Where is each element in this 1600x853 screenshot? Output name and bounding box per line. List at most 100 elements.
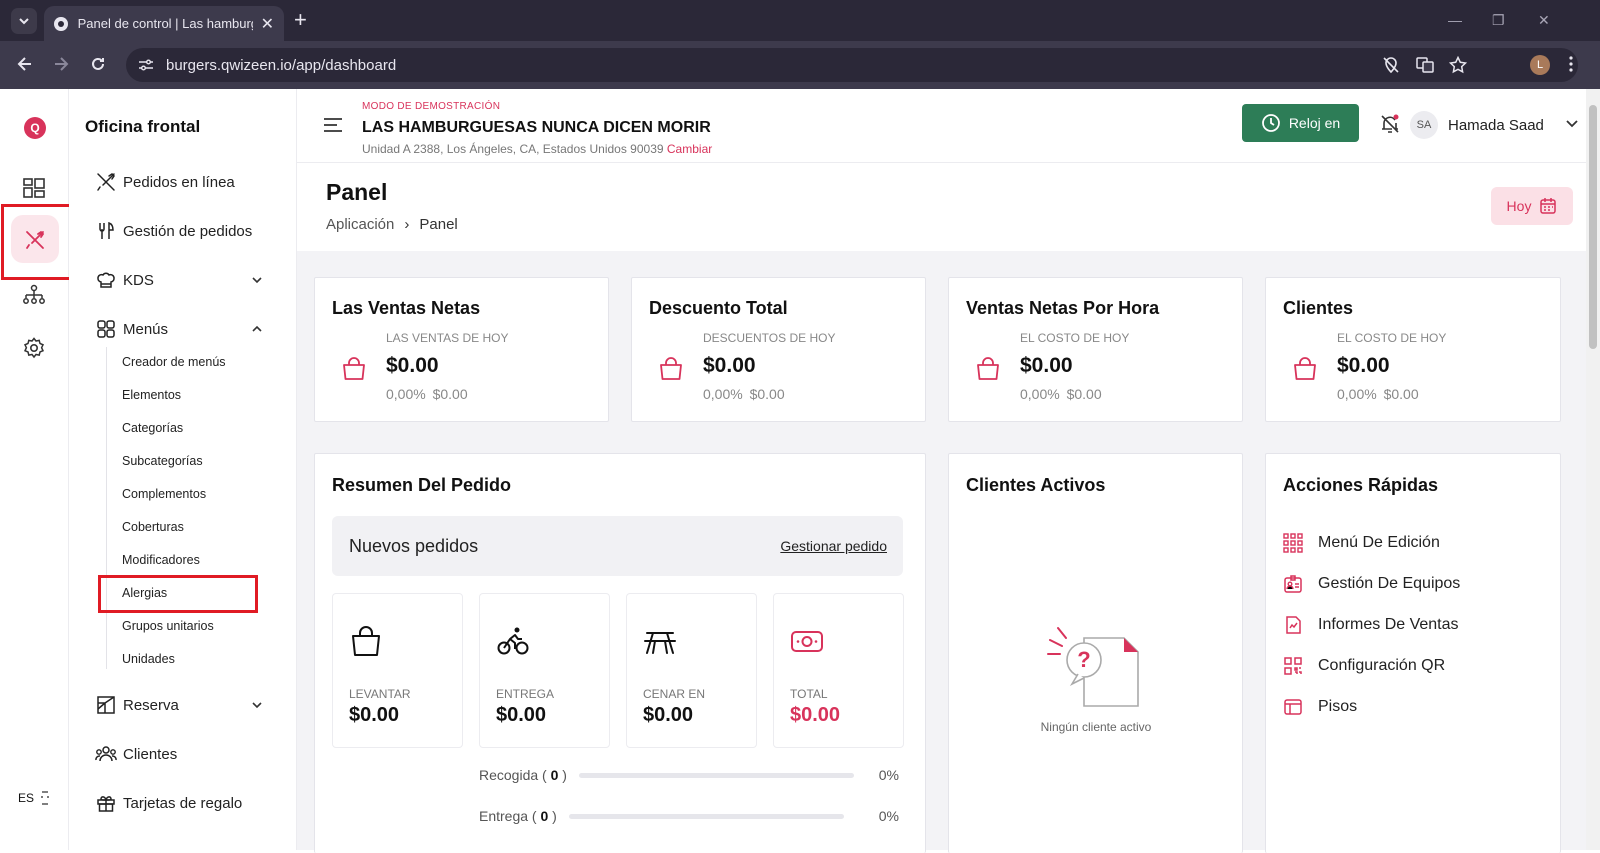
scrollbar-thumb[interactable] xyxy=(1589,105,1597,349)
submenu-subcategories[interactable]: Subcategorías xyxy=(122,454,203,468)
order-tile-label: CENAR EN xyxy=(643,687,706,701)
stat-card-total-discount: Descuento Total DESCUENTOS DE HOY $0.00 … xyxy=(631,277,926,422)
browser-tab[interactable]: Panel de control | Las hamburguesas nunc… xyxy=(44,6,284,41)
order-tile-label: TOTAL xyxy=(790,687,828,701)
submenu-menu-builder[interactable]: Creador de menús xyxy=(122,355,226,369)
progress-delivery: Entrega ( 0 ) 0% xyxy=(479,806,899,826)
reload-icon[interactable] xyxy=(89,55,107,73)
order-summary-card: Resumen Del Pedido Nuevos pedidos Gestio… xyxy=(314,453,926,853)
new-tab-button[interactable]: + xyxy=(294,9,307,31)
grid-icon xyxy=(95,318,117,340)
menu-item-customers[interactable]: Clientes xyxy=(95,743,177,765)
stat-delta: $0.00 xyxy=(749,386,785,402)
submenu-units[interactable]: Unidades xyxy=(122,652,175,666)
clock-icon xyxy=(1261,114,1280,132)
breadcrumb: Aplicación › Panel xyxy=(326,216,458,233)
today-label: Hoy xyxy=(1506,198,1532,214)
order-tile-value: $0.00 xyxy=(643,704,694,726)
user-name[interactable]: Hamada Saad xyxy=(1448,117,1544,134)
profile-avatar[interactable]: L xyxy=(1530,55,1550,75)
site-settings-icon[interactable] xyxy=(138,58,154,72)
translate-icon[interactable] xyxy=(1416,56,1434,74)
progress-pickup: Recogida ( 0 ) 0% xyxy=(479,765,899,785)
menu-item-label: Menús xyxy=(123,320,169,338)
hierarchy-icon[interactable] xyxy=(22,284,46,306)
progress-label-text: Entrega xyxy=(479,808,529,824)
tab-close-icon[interactable]: ✕ xyxy=(261,14,274,34)
stat-title: Clientes xyxy=(1283,298,1354,318)
submenu-toppings[interactable]: Coberturas xyxy=(122,520,184,534)
hamburger-menu-icon[interactable] xyxy=(323,117,343,133)
progress-percent: 0% xyxy=(878,808,899,824)
cash-icon xyxy=(791,631,823,652)
quick-actions-card: Acciones Rápidas Menú De Edición Gestión… xyxy=(1265,453,1561,853)
calendar-icon xyxy=(1540,198,1557,214)
menu-item-kds[interactable]: KDS xyxy=(95,269,154,291)
tab-search-button[interactable] xyxy=(11,8,37,34)
order-tile-value: $0.00 xyxy=(790,704,841,726)
stat-change: 0,00% $0.00 xyxy=(386,386,468,402)
app-logo[interactable]: Q xyxy=(24,117,46,139)
quick-action-sales-reports[interactable]: Informes De Ventas xyxy=(1283,615,1459,635)
stat-value: $0.00 xyxy=(703,354,756,377)
user-avatar[interactable]: SA xyxy=(1410,111,1438,139)
chevron-down-icon[interactable] xyxy=(251,276,263,284)
chevron-down-icon[interactable] xyxy=(251,701,263,709)
submenu-guide xyxy=(106,347,107,669)
chevron-up-icon[interactable] xyxy=(251,325,263,333)
quick-action-team-management[interactable]: Gestión De Equipos xyxy=(1283,574,1460,594)
quick-actions-title: Acciones Rápidas xyxy=(1283,475,1439,495)
quick-action-edit-menu[interactable]: Menú De Edición xyxy=(1283,533,1440,553)
highlight-box-allergies xyxy=(98,575,258,613)
change-location-link[interactable]: Cambiar xyxy=(667,142,712,156)
chevron-down-icon[interactable] xyxy=(1565,119,1579,129)
empty-state-text: Ningún cliente activo xyxy=(1040,720,1152,734)
stat-percent: 0,00% xyxy=(1020,386,1060,402)
stat-percent: 0,00% xyxy=(386,386,426,402)
stat-subtitle: LAS VENTAS DE HOY xyxy=(386,331,509,345)
dashboard-icon[interactable] xyxy=(22,177,46,199)
app: Q ES Oficina frontal Pedidos en línea Ge… xyxy=(0,89,1600,853)
browser-menu-icon[interactable] xyxy=(1568,55,1574,73)
restore-icon[interactable]: ❐ xyxy=(1492,12,1505,29)
minimize-icon[interactable]: — xyxy=(1448,12,1462,28)
quick-action-label: Informes De Ventas xyxy=(1318,616,1459,633)
menu-item-online-orders[interactable]: Pedidos en línea xyxy=(95,171,235,193)
svg-text:?: ? xyxy=(1077,647,1090,672)
location-off-icon[interactable] xyxy=(1382,56,1400,74)
forward-icon[interactable] xyxy=(52,55,70,73)
today-button[interactable]: Hoy xyxy=(1491,187,1573,225)
breadcrumb-app[interactable]: Aplicación xyxy=(326,216,394,233)
submenu-categories[interactable]: Categorías xyxy=(122,421,183,435)
clock-in-button[interactable]: Reloj en xyxy=(1242,104,1359,142)
menu-item-gift-cards[interactable]: Tarjetas de regalo xyxy=(95,792,242,814)
demo-mode-label: MODO DE DEMOSTRACIÓN xyxy=(362,101,501,112)
back-icon[interactable] xyxy=(16,55,34,73)
language-switcher[interactable]: ES xyxy=(8,785,58,811)
menu-item-menus[interactable]: Menús xyxy=(95,318,168,340)
settings-icon[interactable] xyxy=(22,336,46,360)
stat-percent: 0,00% xyxy=(703,386,743,402)
menu-item-label: Tarjetas de regalo xyxy=(123,794,243,812)
submenu-modifiers[interactable]: Modificadores xyxy=(122,553,200,567)
notification-off-icon[interactable] xyxy=(1379,113,1401,135)
submenu-unit-groups[interactable]: Grupos unitarios xyxy=(122,619,214,633)
progress-count: 0 xyxy=(540,808,549,824)
favicon-icon xyxy=(54,16,68,31)
progress-bar xyxy=(578,772,854,778)
url-text: burgers.qwizeen.io/app/dashboard xyxy=(166,57,397,74)
submenu-addons[interactable]: Complementos xyxy=(122,487,206,501)
order-tile-value: $0.00 xyxy=(496,704,547,726)
dashboard-content: Las Ventas Netas LAS VENTAS DE HOY $0.00… xyxy=(297,251,1586,853)
quick-action-qr-config[interactable]: Configuración QR xyxy=(1283,656,1445,676)
quick-action-floors[interactable]: Pisos xyxy=(1283,697,1357,717)
manage-order-link[interactable]: Gestionar pedido xyxy=(780,538,887,554)
window-close-icon[interactable]: ✕ xyxy=(1538,12,1550,29)
stat-change: 0,00% $0.00 xyxy=(1020,386,1102,402)
submenu-items[interactable]: Elementos xyxy=(122,388,181,402)
menu-item-reservation[interactable]: Reserva xyxy=(95,694,179,716)
address-bar[interactable]: burgers.qwizeen.io/app/dashboard xyxy=(126,48,1578,82)
menu-item-order-management[interactable]: Gestión de pedidos xyxy=(95,220,252,242)
bookmark-star-icon[interactable] xyxy=(1449,56,1467,74)
clock-in-label: Reloj en xyxy=(1288,115,1341,131)
